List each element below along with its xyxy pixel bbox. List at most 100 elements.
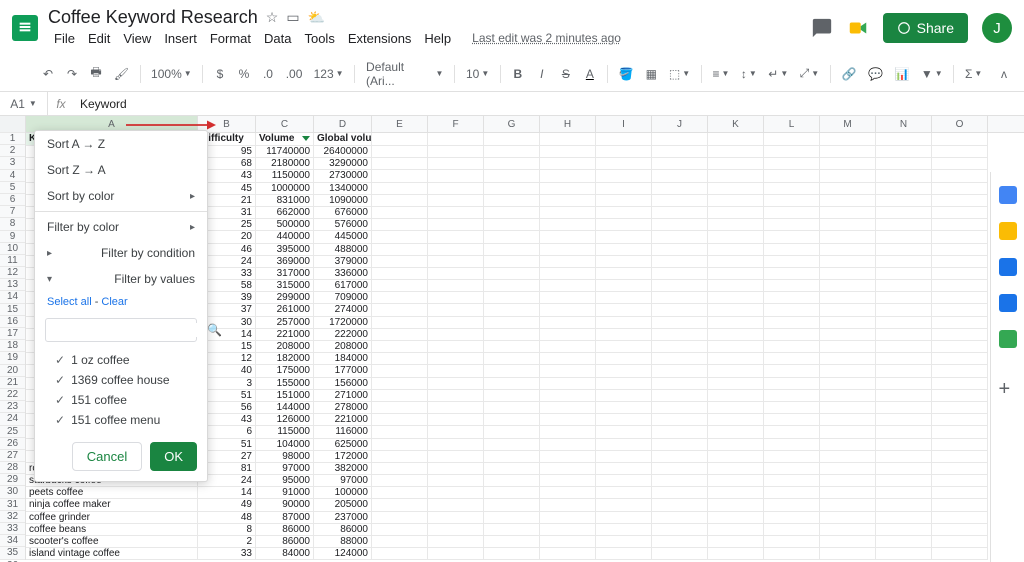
valign-icon[interactable]: ↕▼ <box>737 65 760 83</box>
addons-plus-icon[interactable]: + <box>999 378 1017 396</box>
row-header[interactable]: 10 <box>0 243 25 255</box>
merge-icon[interactable]: ⬚▼ <box>665 65 694 83</box>
filter-value-item[interactable]: ✓151 coffee menu <box>55 410 207 430</box>
row-header[interactable]: 15 <box>0 304 25 316</box>
row-header[interactable]: 23 <box>0 401 25 413</box>
sort-by-color[interactable]: Sort by color▸ <box>35 183 207 209</box>
account-avatar[interactable]: J <box>982 13 1012 43</box>
maps-icon[interactable] <box>999 330 1017 348</box>
last-edit-msg[interactable]: Last edit was 2 minutes ago <box>466 28 627 49</box>
row-header[interactable]: 4 <box>0 170 25 182</box>
rotate-icon[interactable]: ⤢▼ <box>796 64 823 83</box>
col-header[interactable]: C <box>256 116 314 132</box>
menu-insert[interactable]: Insert <box>158 28 203 49</box>
share-button[interactable]: Share <box>883 13 968 43</box>
select-all-link[interactable]: Select all <box>47 296 92 308</box>
row-header[interactable]: 26 <box>0 438 25 450</box>
table-row[interactable]: peets coffee1491000100000 <box>26 487 1024 499</box>
row-header[interactable]: 27 <box>0 450 25 462</box>
undo-icon[interactable]: ↶ <box>38 65 58 83</box>
row-header[interactable]: 29 <box>0 474 25 486</box>
menu-data[interactable]: Data <box>258 28 297 49</box>
col-header[interactable]: J <box>652 116 708 132</box>
col-header[interactable]: H <box>540 116 596 132</box>
italic-icon[interactable]: I <box>532 65 552 83</box>
filter-search-input[interactable] <box>52 323 207 337</box>
halign-icon[interactable]: ≡▼ <box>709 65 733 83</box>
filter-arrow-icon[interactable] <box>302 136 310 141</box>
percent-icon[interactable]: % <box>234 65 254 83</box>
col-header[interactable]: G <box>484 116 540 132</box>
filter-by-condition[interactable]: ▸Filter by condition <box>35 240 207 266</box>
row-header[interactable]: 16 <box>0 316 25 328</box>
row-header[interactable]: 5 <box>0 182 25 194</box>
row-header[interactable]: 3 <box>0 157 25 169</box>
row-header[interactable]: 21 <box>0 377 25 389</box>
formula-input[interactable]: Keyword <box>74 97 127 111</box>
row-header[interactable]: 31 <box>0 499 25 511</box>
cloud-status-icon[interactable]: ⛅ <box>308 9 325 26</box>
row-header[interactable]: 34 <box>0 535 25 547</box>
row-header[interactable]: 1 <box>0 133 25 145</box>
row-header[interactable]: 33 <box>0 523 25 535</box>
col-header[interactable]: F <box>428 116 484 132</box>
tasks-icon[interactable] <box>999 258 1017 276</box>
dec-decrease-icon[interactable]: .0 <box>258 65 278 83</box>
bold-icon[interactable]: B <box>508 65 528 83</box>
table-row[interactable]: island vintage coffee3384000124000 <box>26 548 1024 560</box>
filter-value-item[interactable]: ✓1 oz coffee <box>55 350 207 370</box>
fill-color-icon[interactable]: 🪣 <box>615 65 637 83</box>
keep-icon[interactable] <box>999 222 1017 240</box>
filter-value-item[interactable]: ✓151 coffee <box>55 390 207 410</box>
dec-increase-icon[interactable]: .00 <box>282 65 306 83</box>
row-header[interactable]: 20 <box>0 365 25 377</box>
row-header[interactable]: 32 <box>0 511 25 523</box>
col-header[interactable]: D <box>314 116 372 132</box>
ok-button[interactable]: OK <box>150 442 197 471</box>
chart-icon[interactable]: 📊 <box>891 65 913 83</box>
row-header[interactable]: 8 <box>0 218 25 230</box>
clear-link[interactable]: Clear <box>101 296 127 308</box>
table-row[interactable]: coffee beans88600086000 <box>26 524 1024 536</box>
col-header[interactable]: M <box>820 116 876 132</box>
row-header[interactable]: 19 <box>0 352 25 364</box>
menu-extensions[interactable]: Extensions <box>342 28 418 49</box>
col-header[interactable]: N <box>876 116 932 132</box>
filter-icon[interactable]: ▼▼ <box>917 65 946 83</box>
font-select[interactable]: Default (Ari...▼ <box>362 58 447 90</box>
name-box[interactable]: A1 ▼ <box>0 92 48 115</box>
row-header[interactable]: 28 <box>0 462 25 474</box>
currency-icon[interactable]: $ <box>210 65 230 83</box>
row-header[interactable]: 12 <box>0 267 25 279</box>
table-row[interactable]: coffee grinder4887000237000 <box>26 512 1024 524</box>
filter-by-values[interactable]: ▾Filter by values <box>35 266 207 292</box>
contacts-icon[interactable] <box>999 294 1017 312</box>
text-color-icon[interactable]: A <box>580 65 600 83</box>
row-header[interactable]: 7 <box>0 206 25 218</box>
filter-value-item[interactable]: ✓1369 coffee house <box>55 370 207 390</box>
table-row[interactable]: ninja coffee maker4990000205000 <box>26 499 1024 511</box>
header-global-volume[interactable]: Global volum <box>314 133 372 146</box>
row-header[interactable]: 30 <box>0 486 25 498</box>
row-header[interactable]: 35 <box>0 547 25 559</box>
row-header[interactable]: 17 <box>0 328 25 340</box>
menu-view[interactable]: View <box>117 28 157 49</box>
filter-by-color[interactable]: Filter by color▸ <box>35 214 207 240</box>
comment-icon[interactable]: 💬 <box>864 65 886 83</box>
filter-search[interactable]: 🔍 <box>45 318 197 342</box>
wrap-icon[interactable]: ↵▼ <box>765 65 792 83</box>
zoom-select[interactable]: 100%▼ <box>148 65 195 83</box>
header-volume[interactable]: Volume <box>256 133 314 146</box>
table-row[interactable]: scooter's coffee28600088000 <box>26 536 1024 548</box>
menu-tools[interactable]: Tools <box>298 28 340 49</box>
more-formats[interactable]: 123▼ <box>310 65 347 83</box>
collapse-toolbar-icon[interactable]: ʌ <box>994 65 1014 83</box>
doc-title[interactable]: Coffee Keyword Research <box>48 7 258 28</box>
menu-edit[interactable]: Edit <box>82 28 116 49</box>
star-icon[interactable]: ☆ <box>266 9 279 26</box>
comment-history-icon[interactable] <box>811 17 833 39</box>
menu-format[interactable]: Format <box>204 28 257 49</box>
col-header[interactable]: L <box>764 116 820 132</box>
row-header[interactable]: 6 <box>0 194 25 206</box>
row-header[interactable]: 9 <box>0 231 25 243</box>
